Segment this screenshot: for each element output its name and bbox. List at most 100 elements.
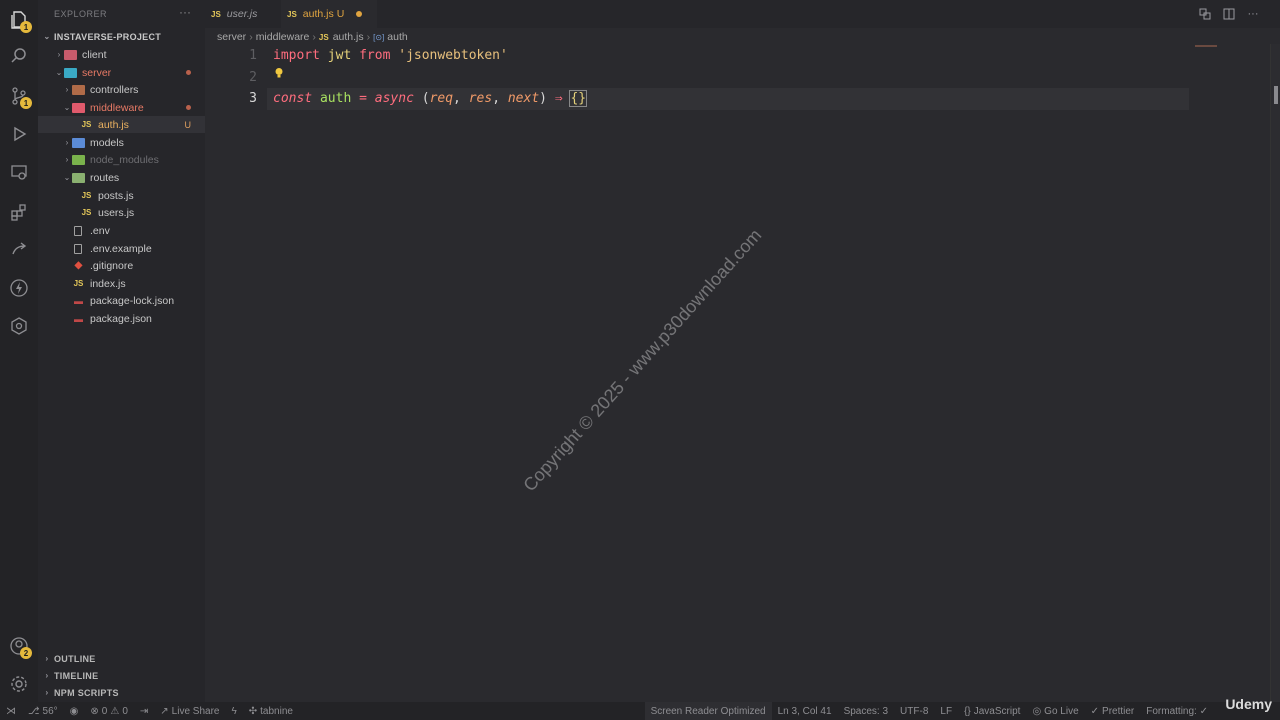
tree-item-label: middleware (90, 101, 144, 114)
lightning-icon[interactable]: ϟ (225, 702, 242, 720)
tree-item-gitignore[interactable]: ◆ .gitignore (38, 257, 205, 274)
vertical-scrollbar[interactable] (1270, 44, 1280, 702)
keyword-from: from (359, 48, 391, 63)
paren-open: ( (421, 91, 430, 106)
split-editor-icon[interactable] (1222, 7, 1236, 21)
tree-item-label: .env (90, 224, 110, 237)
more-icon[interactable]: ··· (1246, 7, 1260, 21)
tree-item-env[interactable]: .env (38, 222, 205, 239)
chevron-down-icon: ⌄ (63, 103, 71, 112)
tree-item-models[interactable]: › models (38, 134, 205, 151)
tree-item-package-lock-json[interactable]: ▬ package-lock.json (38, 292, 205, 309)
folder-icon (72, 154, 85, 165)
accounts-badge: 2 (20, 647, 32, 659)
temperature-item[interactable]: ⎇ 56° (22, 702, 64, 720)
identifier-jwt: jwt (327, 48, 352, 63)
tree-item-posts-js[interactable]: JS posts.js (38, 187, 205, 204)
folder-icon (64, 49, 77, 60)
tree-item-index-js[interactable]: JS index.js (38, 275, 205, 292)
formatting-item[interactable]: Formatting: ✓ (1140, 702, 1214, 720)
tree-item-middleware[interactable]: ⌄ middleware (38, 99, 205, 116)
line-number: 3 (249, 91, 257, 106)
js-file-icon: JS (81, 208, 92, 217)
tree-item-label: auth.js (98, 118, 129, 131)
gitlens-icon[interactable] (9, 316, 29, 336)
breadcrumb-file[interactable]: auth.js (333, 31, 364, 43)
tree-item-users-js[interactable]: JS users.js (38, 204, 205, 221)
language-mode[interactable]: {} JavaScript (958, 702, 1026, 720)
tree-item-client[interactable]: › client (38, 46, 205, 63)
explorer-sidebar: EXPLORER ··· ⌄ INSTAVERSE-PROJECT › clie… (38, 0, 205, 702)
problems-item[interactable]: ⊗ 0 ⚠ 0 (84, 702, 133, 720)
breadcrumb-middleware[interactable]: middleware (256, 31, 310, 43)
tabnine-item[interactable]: ✣ tabnine (243, 702, 299, 720)
modified-dot (186, 70, 191, 75)
search-icon[interactable] (9, 46, 29, 66)
tab-user-js[interactable]: JS user.js (205, 0, 263, 28)
tree-item-node-modules[interactable]: › node_modules (38, 151, 205, 168)
tree-item-label: client (82, 48, 107, 61)
end-of-line[interactable]: LF (934, 702, 958, 720)
more-actions-icon[interactable]: ··· (179, 5, 191, 19)
live-share-item[interactable]: ↗ Live Share (154, 702, 225, 720)
compare-icon[interactable] (1198, 7, 1212, 21)
param-next: next (507, 91, 540, 106)
project-root[interactable]: ⌄ INSTAVERSE-PROJECT (38, 28, 205, 45)
cursor-position[interactable]: Ln 3, Col 41 (772, 702, 838, 720)
lightning-icon[interactable] (9, 278, 29, 298)
scroll-thumb[interactable] (1274, 86, 1278, 104)
temperature-label: 56° (42, 705, 58, 717)
remote-indicator[interactable]: ⋊ (0, 702, 22, 720)
live-share-icon[interactable] (9, 240, 29, 260)
npm-scripts-section[interactable]: › NPM SCRIPTS (38, 684, 205, 701)
folder-open-icon (72, 172, 85, 183)
explorer-icon[interactable]: 1 (9, 10, 32, 33)
folder-open-icon (72, 102, 85, 113)
remote-explorer-icon[interactable] (9, 162, 29, 182)
screen-reader-item[interactable]: Screen Reader Optimized (644, 702, 772, 720)
tree-item-server[interactable]: ⌄ server (38, 64, 205, 81)
paren-close: ) (539, 91, 547, 106)
section-label: NPM SCRIPTS (54, 687, 119, 698)
extensions-icon[interactable] (9, 202, 29, 222)
accounts-icon[interactable]: 2 (9, 636, 32, 659)
encoding[interactable]: UTF-8 (894, 702, 934, 720)
tree-item-auth-js[interactable]: JS auth.js U (38, 116, 205, 133)
prettier-item[interactable]: ✓ Prettier (1085, 702, 1141, 720)
keyword-import: import (273, 48, 320, 63)
npm-icon: ▬ (74, 295, 83, 306)
lightbulb-icon[interactable] (274, 67, 284, 79)
keyword-const: const (273, 91, 313, 106)
unsaved-dot[interactable] (356, 11, 363, 17)
folder-icon (72, 84, 85, 95)
code-line-1[interactable]: import jwt from 'jsonwebtoken' (273, 48, 508, 63)
ports-icon[interactable]: ⇥ (134, 702, 154, 720)
run-debug-icon[interactable] (9, 124, 29, 144)
eye-icon[interactable]: ◉ (64, 702, 85, 720)
keyword-async: async (374, 91, 414, 106)
tree-item-label: .env.example (90, 242, 152, 255)
string-module: 'jsonwebtoken' (398, 48, 508, 63)
indentation[interactable]: Spaces: 3 (838, 702, 894, 720)
tree-item-controllers[interactable]: › controllers (38, 81, 205, 98)
tree-item-routes[interactable]: ⌄ routes (38, 169, 205, 186)
source-control-icon[interactable]: 1 (9, 86, 32, 109)
tab-auth-js[interactable]: JS auth.js U (281, 0, 377, 28)
param-res: res (468, 91, 493, 106)
timeline-section[interactable]: › TIMELINE (38, 667, 205, 684)
tree-item-package-json[interactable]: ▬ package.json (38, 310, 205, 327)
outline-section[interactable]: › OUTLINE (38, 650, 205, 667)
code-editor[interactable]: 1 2 3 import jwt from 'jsonwebtoken' con… (205, 44, 1280, 702)
gear-icon[interactable] (9, 674, 29, 694)
breadcrumb-symbol[interactable]: auth (387, 31, 407, 43)
tree-item-env-example[interactable]: .env.example (38, 240, 205, 257)
minimap[interactable] (1195, 45, 1217, 47)
go-live-item[interactable]: ◎ Go Live (1026, 702, 1084, 720)
symbol-variable-icon: [⊙] (373, 32, 385, 42)
breadcrumb-server[interactable]: server (217, 31, 246, 43)
code-line-3[interactable]: const auth = async (req, res, next) ⇒ {} (273, 90, 588, 107)
live-share-icon: ↗ (160, 705, 169, 717)
udemy-logo: Udemy (1225, 696, 1272, 712)
scm-badge: 1 (20, 97, 32, 109)
chevron-down-icon: ⌄ (55, 68, 63, 77)
